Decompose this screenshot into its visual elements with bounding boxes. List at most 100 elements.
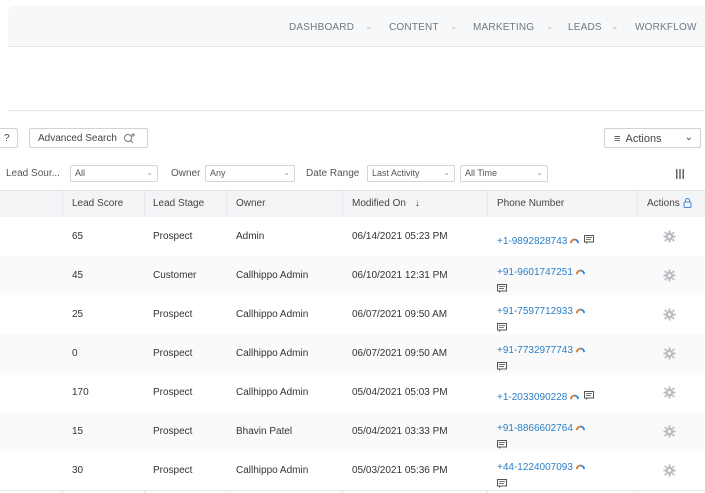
lead-score-cell: 25 <box>72 309 84 320</box>
owner-cell: Callhippo Admin <box>236 387 309 398</box>
filter-bar: Lead Sour... All ⌄ Owner Any ⌄ Date Rang… <box>0 161 705 189</box>
sms-icon[interactable] <box>497 440 507 450</box>
modified-on-cell: 05/04/2021 05:03 PM <box>352 387 448 398</box>
date-field-value: Last Activity <box>372 168 420 178</box>
nav-item-workflow[interactable]: WORKFLOW <box>635 22 697 33</box>
phone-link[interactable]: +44-1224007093 <box>497 462 573 473</box>
phone-link[interactable]: +1-9892828743 <box>497 236 567 247</box>
callhippo-icon[interactable] <box>570 235 580 244</box>
table-row[interactable]: 45 Customer Callhippo Admin 06/10/2021 12:3… <box>0 256 705 296</box>
modified-on-cell: 05/04/2021 03:33 PM <box>352 426 448 437</box>
owner-cell: Callhippo Admin <box>236 270 309 281</box>
lead-score-cell: 45 <box>72 270 84 281</box>
modified-on-cell: 05/03/2021 05:36 PM <box>352 465 448 476</box>
advanced-search-button[interactable]: Advanced Search <box>29 128 148 148</box>
lead-stage-cell: Prospect <box>153 348 193 359</box>
header-actions: Actions <box>647 198 692 209</box>
nav-item-content[interactable]: CONTENT <box>389 22 439 33</box>
gear-icon[interactable] <box>663 230 676 243</box>
gear-icon[interactable] <box>663 347 676 360</box>
chevron-down-icon[interactable]: ⌄ <box>450 21 458 32</box>
gear-icon[interactable] <box>663 386 676 399</box>
lead-source-select[interactable]: All ⌄ <box>70 165 158 182</box>
owner-cell: Admin <box>236 231 265 242</box>
chevron-down-icon: ⌄ <box>536 168 543 177</box>
phone-link[interactable]: +91-7597712933 <box>497 306 573 317</box>
modified-on-cell: 06/14/2021 05:23 PM <box>352 231 448 242</box>
phone-link[interactable]: +91-7732977743 <box>497 345 573 356</box>
phone-cell: +91-9601747251 <box>497 262 632 298</box>
chevron-down-icon[interactable]: ⌄ <box>611 21 619 32</box>
sms-icon[interactable] <box>497 362 507 372</box>
sms-icon[interactable] <box>497 284 507 294</box>
owner-cell: Callhippo Admin <box>236 348 309 359</box>
gear-icon[interactable] <box>663 308 676 321</box>
sms-icon[interactable] <box>497 323 507 333</box>
owner-value: Any <box>210 168 226 178</box>
callhippo-icon[interactable] <box>575 266 585 275</box>
lead-score-cell: 30 <box>72 465 84 476</box>
table-row[interactable]: 170 Prospect Callhippo Admin 05/04/2021 05:… <box>0 373 705 413</box>
phone-link[interactable]: +91-9601747251 <box>497 267 573 278</box>
table-row[interactable]: 15 Prospect Bhavin Patel 05/04/2021 03:33 P… <box>0 412 705 452</box>
sms-icon[interactable] <box>497 479 507 489</box>
sms-icon[interactable] <box>583 391 594 401</box>
phone-cell: +44-1224007093 <box>497 457 632 493</box>
gear-icon[interactable] <box>663 425 676 438</box>
owner-label: Owner <box>171 168 201 179</box>
sms-icon[interactable] <box>583 235 594 245</box>
header-lead-stage[interactable]: Lead Stage <box>153 198 204 209</box>
header-owner[interactable]: Owner <box>236 198 265 209</box>
lead-stage-cell: Customer <box>153 270 197 281</box>
actions-dropdown[interactable]: ≡ Actions ⌄ <box>604 128 701 148</box>
chevron-down-icon: ⌄ <box>283 168 290 177</box>
lead-stage-cell: Prospect <box>153 387 193 398</box>
nav-item-dashboard[interactable]: DASHBOARD <box>289 22 354 33</box>
lead-stage-cell: Prospect <box>153 426 193 437</box>
header-modified-on-label: Modified On <box>352 198 406 209</box>
phone-link[interactable]: +91-8866602764 <box>497 423 573 434</box>
divider <box>8 110 705 111</box>
callhippo-icon[interactable] <box>575 461 585 470</box>
phone-link[interactable]: +1-2033090228 <box>497 392 567 403</box>
phone-cell: +1-2033090228 <box>497 387 632 405</box>
table-row[interactable]: 25 Prospect Callhippo Admin 06/07/2021 09:5… <box>0 295 705 335</box>
chevron-down-icon: ⌄ <box>146 168 153 177</box>
gear-icon[interactable] <box>663 269 676 282</box>
table-row[interactable]: 30 Prospect Callhippo Admin 05/03/2021 05:3… <box>0 451 705 491</box>
lead-stage-cell: Prospect <box>153 465 193 476</box>
callhippo-icon[interactable] <box>575 344 585 353</box>
nav-item-leads[interactable]: LEADS <box>568 22 602 33</box>
help-button[interactable]: ? <box>0 128 18 148</box>
search-plus-icon <box>123 133 135 144</box>
date-field-select[interactable]: Last Activity ⌄ <box>367 165 455 182</box>
modified-on-cell: 06/07/2021 09:50 AM <box>352 348 448 359</box>
owner-select[interactable]: Any ⌄ <box>205 165 295 182</box>
modified-on-cell: 06/07/2021 09:50 AM <box>352 309 448 320</box>
lead-source-value: All <box>75 168 86 178</box>
chevron-down-icon[interactable]: ⌄ <box>365 21 373 32</box>
owner-cell: Callhippo Admin <box>236 465 309 476</box>
header-modified-on[interactable]: Modified On ↓ <box>352 198 420 209</box>
phone-cell: +1-9892828743 <box>497 231 632 249</box>
owner-cell: Callhippo Admin <box>236 309 309 320</box>
table-row[interactable]: 65 Prospect Admin 06/14/2021 05:23 PM +1-989… <box>0 217 705 257</box>
lock-icon[interactable] <box>683 198 692 209</box>
date-period-select[interactable]: All Time ⌄ <box>460 165 548 182</box>
chevron-down-icon[interactable]: ⌄ <box>546 21 554 32</box>
date-range-label: Date Range <box>306 168 360 179</box>
callhippo-icon[interactable] <box>575 422 585 431</box>
callhippo-icon[interactable] <box>575 305 585 314</box>
owner-cell: Bhavin Patel <box>236 426 293 437</box>
help-button-label: ? <box>4 133 10 144</box>
header-lead-score[interactable]: Lead Score <box>72 198 123 209</box>
columns-icon[interactable] <box>675 169 685 179</box>
lead-stage-cell: Prospect <box>153 231 193 242</box>
top-navigation: DASHBOARD ⌄ CONTENT ⌄ MARKETING ⌄ LEADS … <box>8 6 705 47</box>
callhippo-icon[interactable] <box>570 391 580 400</box>
table-row[interactable]: 0 Prospect Callhippo Admin 06/07/2021 09:50… <box>0 334 705 374</box>
nav-item-marketing[interactable]: MARKETING <box>473 22 534 33</box>
header-phone[interactable]: Phone Number <box>497 198 564 209</box>
lead-source-label: Lead Sour... <box>6 168 60 179</box>
gear-icon[interactable] <box>663 464 676 477</box>
